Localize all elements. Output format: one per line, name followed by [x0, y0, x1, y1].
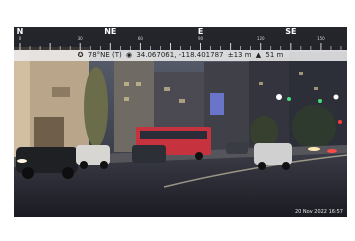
- heading-readout: 78°NE (T): [87, 51, 122, 59]
- compass-ticks: [19, 43, 342, 50]
- compass-direction-icon: ✪: [77, 51, 84, 59]
- camera-viewfinder[interactable]: N NE E SE 0 30 60 90 120 150 ✪ 78°NE (T) ◉ 34.06…: [14, 27, 347, 217]
- coordinates-readout: 34.067061, -118.401787: [136, 51, 224, 59]
- compass-degree-label: 0: [18, 36, 22, 41]
- compass-cardinal-se: SE: [285, 27, 297, 36]
- compass-strip: N NE E SE 0 30 60 90 120 150: [14, 27, 347, 50]
- timestamp: 20 Nov 2022 16:57: [294, 209, 343, 215]
- compass-degree-label: 60: [137, 36, 143, 41]
- location-info-bar: ✪ 78°NE (T) ◉ 34.067061, -118.401787 ±13…: [14, 50, 347, 61]
- location-pin-icon: ◉: [126, 51, 133, 59]
- altitude-triangle-icon: ▲: [255, 51, 262, 59]
- compass-degree-label: 90: [198, 36, 204, 41]
- compass-cardinal-ne: NE: [104, 27, 117, 36]
- altitude-readout: 51 m: [265, 51, 284, 59]
- compass-degree-label: 120: [256, 36, 265, 41]
- compass-degree-label: 150: [317, 36, 325, 41]
- accuracy-readout: ±13 m: [227, 51, 252, 59]
- compass-degree-label: 30: [77, 36, 83, 41]
